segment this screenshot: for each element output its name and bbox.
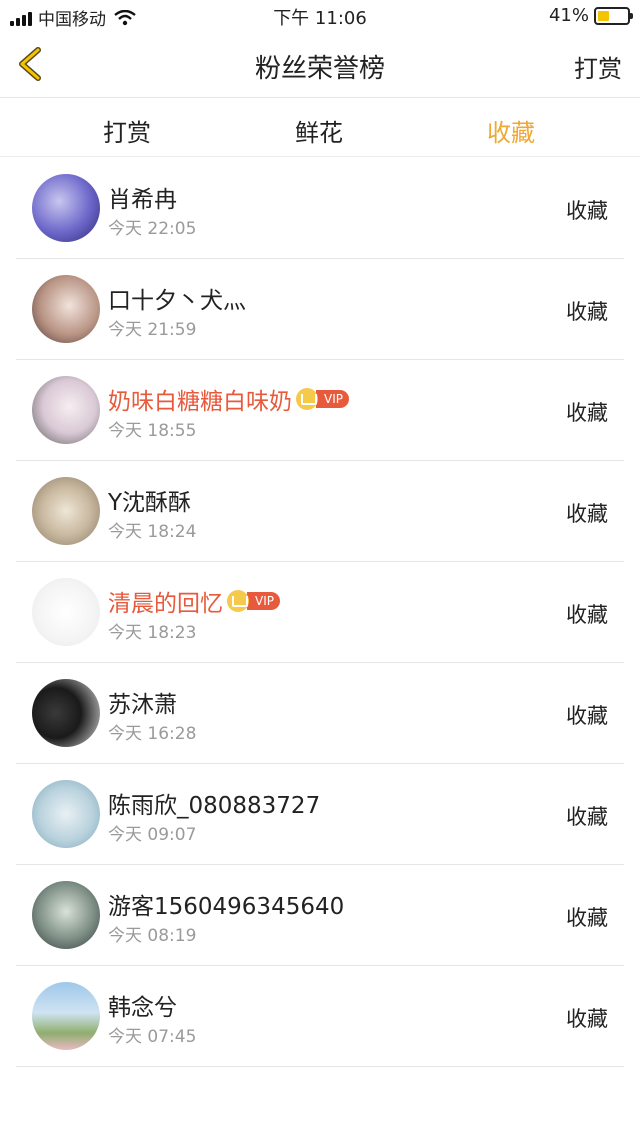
page-title: 粉丝荣誉榜 [254, 54, 385, 84]
user-name-text: 韩念兮 [108, 995, 177, 1021]
list-item[interactable]: 韩念兮今天 07:45 收藏 [16, 966, 624, 1067]
timestamp: 今天 09:07 [108, 825, 197, 845]
timestamp: 今天 18:55 [108, 421, 197, 441]
status-right: 41% [548, 5, 633, 26]
fan-list: 肖希冉 今天 22:05 收藏 口十夕丶犬灬 今天 21:59 收藏 奶味白糖糖白味奶 VIP… [0, 158, 640, 1067]
list-item[interactable]: 肖希冉今天 22:05 收藏 [16, 158, 624, 259]
timestamp: 今天 18:24 [108, 522, 197, 542]
user-name-text: 口十夕丶犬灬 [108, 288, 246, 314]
list-item[interactable]: 陈雨欣_080883727 今天 09:07 收藏 [16, 764, 624, 865]
user-name: 清晨的回忆 VIP [108, 584, 280, 618]
timestamp: 今天 22:05 [108, 219, 197, 239]
battery-percent: 41% [548, 5, 589, 26]
tab-flowers[interactable]: 鲜花 [295, 113, 343, 148]
list-item[interactable]: 游客1560496345640 今天 08:19 收藏 [16, 865, 624, 966]
action-label: 收藏 [566, 906, 608, 930]
list-item[interactable]: Y沈酥酥今天 18:24 收藏 [16, 461, 624, 562]
timestamp: 今天 08:19 [108, 926, 197, 946]
list-item[interactable]: 口十夕丶犬灬今天 21:59 收藏 [16, 259, 624, 360]
avatar[interactable] [32, 275, 100, 343]
user-name-text: 陈雨欣_080883727 [108, 793, 321, 819]
action-label: 收藏 [566, 805, 608, 829]
timestamp: 今天 21:59 [108, 320, 197, 340]
avatar[interactable] [32, 679, 100, 747]
user-name: 奶味白糖糖白味奶 VIP [108, 382, 349, 416]
avatar[interactable] [32, 376, 100, 444]
action-label: 收藏 [566, 704, 608, 728]
timestamp: 今天 16:28 [108, 724, 197, 744]
crown-icon [227, 590, 249, 612]
user-name-text: 奶味白糖糖白味奶 [108, 389, 292, 415]
avatar[interactable] [32, 982, 100, 1050]
avatar[interactable] [32, 477, 100, 545]
tab-bar: 打赏 鲜花 收藏 [0, 99, 640, 157]
vip-badge: VIP [247, 592, 280, 610]
action-label: 收藏 [566, 603, 608, 627]
action-label: 收藏 [566, 300, 608, 324]
list-item[interactable]: 奶味白糖糖白味奶 VIP 今天 18:55 收藏 [16, 360, 624, 461]
vip-badge: VIP [316, 390, 349, 408]
user-name-text: Y沈酥酥 [108, 490, 192, 516]
timestamp: 今天 07:45 [108, 1027, 197, 1047]
avatar[interactable] [32, 780, 100, 848]
user-name: 游客1560496345640 [108, 887, 344, 921]
nav-bar: 粉丝荣誉榜 打赏 [0, 32, 640, 98]
reward-button[interactable]: 打赏 [574, 49, 622, 84]
battery-icon [594, 6, 633, 25]
action-label: 收藏 [566, 1007, 608, 1031]
user-name-text: 游客1560496345640 [108, 894, 345, 920]
user-name: 陈雨欣_080883727 [108, 786, 320, 820]
user-name-text: 苏沐萧 [108, 692, 177, 718]
action-label: 收藏 [566, 502, 608, 526]
timestamp: 今天 18:23 [108, 623, 197, 643]
user-name-text: 肖希冉 [108, 187, 177, 213]
battery-fill [598, 10, 610, 21]
user-name: Y沈酥酥 [108, 483, 191, 517]
user-name: 韩念兮 [108, 988, 177, 1022]
status-bar: 中国移动 下午 11:06 41% [0, 0, 640, 32]
tab-favorites[interactable]: 收藏 [487, 113, 535, 148]
list-item[interactable]: 清晨的回忆 VIP 今天 18:23 收藏 [16, 562, 624, 663]
avatar[interactable] [32, 881, 100, 949]
user-name: 口十夕丶犬灬 [108, 281, 246, 315]
list-item[interactable]: 苏沐萧今天 16:28 收藏 [16, 663, 624, 764]
avatar[interactable] [32, 578, 100, 646]
avatar[interactable] [32, 174, 100, 242]
user-name-text: 清晨的回忆 [108, 591, 223, 617]
user-name: 肖希冉 [108, 180, 177, 214]
status-time: 下午 11:06 [273, 8, 367, 29]
user-name: 苏沐萧 [108, 685, 177, 719]
tab-reward[interactable]: 打赏 [103, 113, 151, 148]
action-label: 收藏 [566, 401, 608, 425]
crown-icon [296, 388, 318, 410]
action-label: 收藏 [566, 199, 608, 223]
